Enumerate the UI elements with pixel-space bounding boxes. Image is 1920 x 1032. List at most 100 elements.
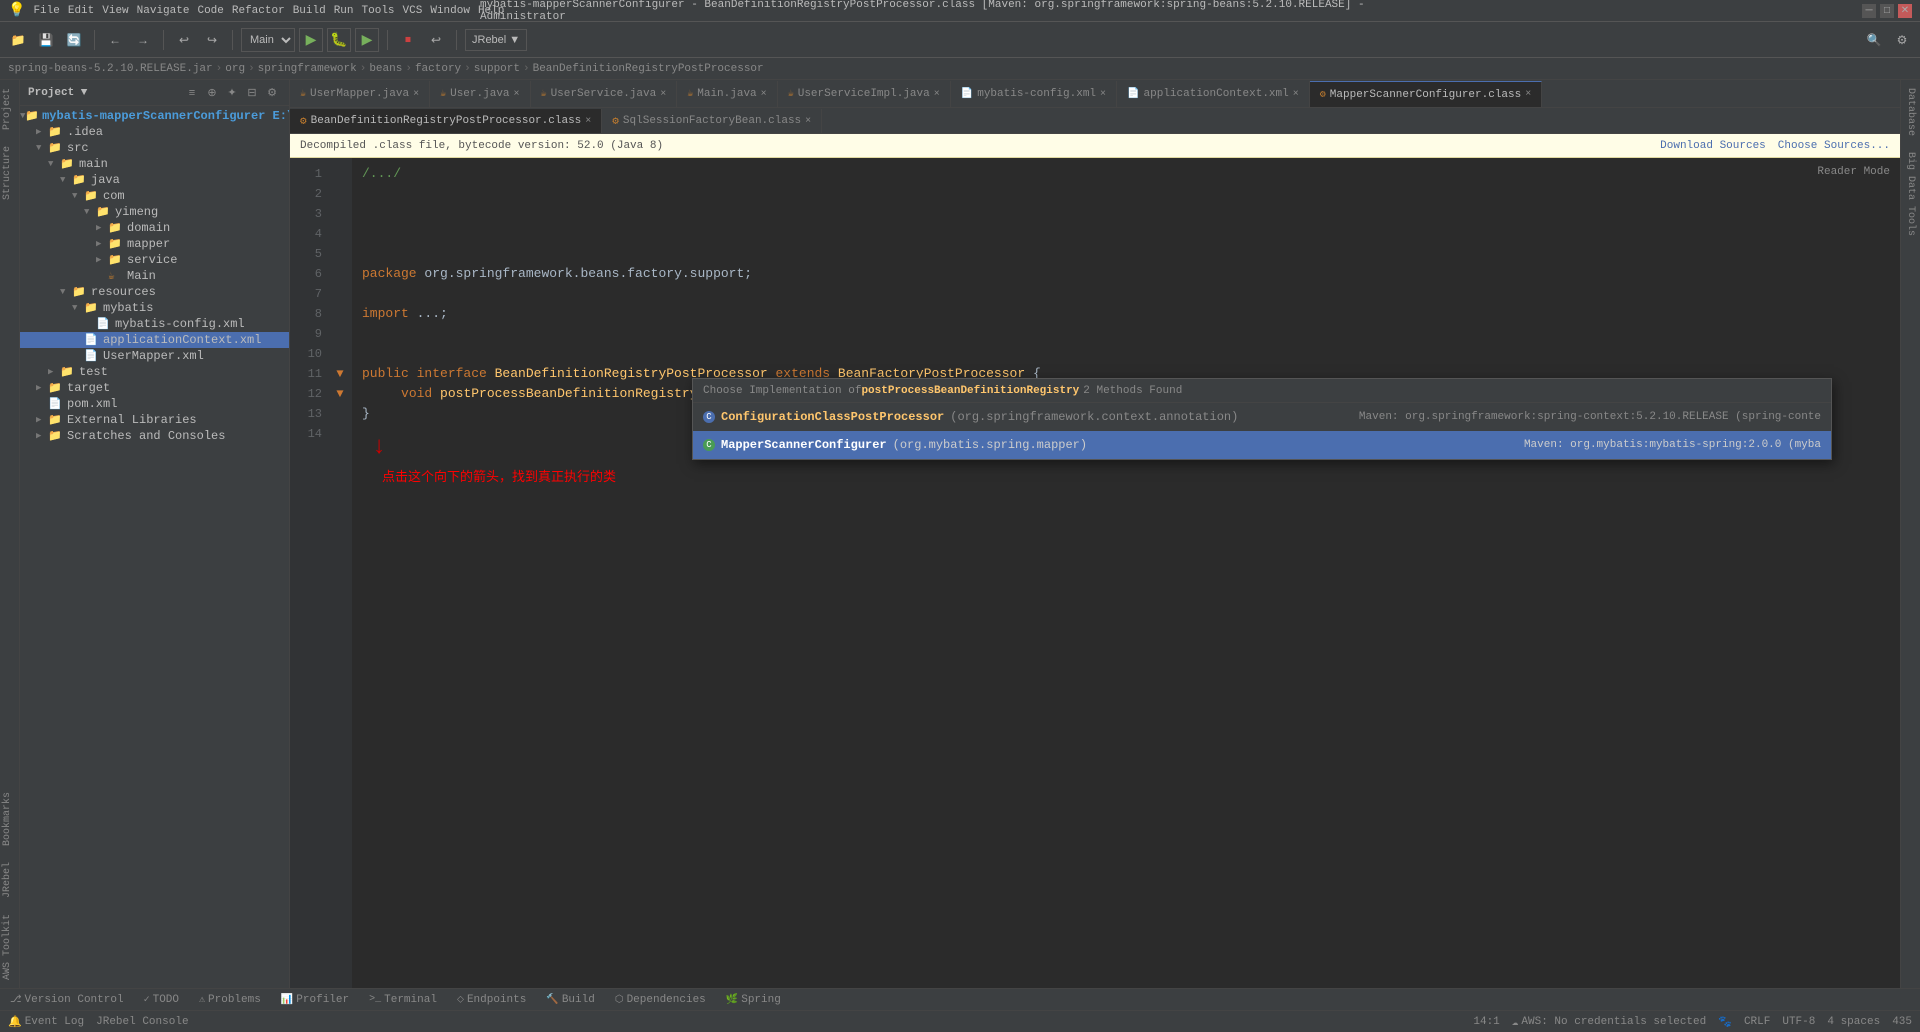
open-file-button[interactable]: 📁 bbox=[6, 28, 30, 52]
cursor-position-status[interactable]: 14:1 bbox=[1473, 1016, 1499, 1028]
titlebar-menu-file[interactable]: File bbox=[33, 5, 59, 17]
undo-button[interactable]: ↩ bbox=[172, 28, 196, 52]
problems-tab[interactable]: ⚠ Problems bbox=[193, 992, 267, 1008]
back-button[interactable]: ← bbox=[103, 28, 127, 52]
breadcrumb-springframework[interactable]: springframework bbox=[258, 63, 357, 75]
tab-main[interactable]: ☕ Main.java × bbox=[677, 81, 777, 107]
subtab-sqlsession-close[interactable]: × bbox=[805, 116, 811, 127]
settings-button[interactable]: ⚙ bbox=[1890, 28, 1914, 52]
crlf-status[interactable]: CRLF bbox=[1744, 1016, 1770, 1028]
column-status[interactable]: 435 bbox=[1892, 1016, 1912, 1028]
tab-userserviceimpl-close[interactable]: × bbox=[934, 89, 940, 100]
run-button[interactable]: ▶ bbox=[299, 28, 323, 52]
breadcrumb-class[interactable]: BeanDefinitionRegistryPostProcessor bbox=[533, 63, 764, 75]
database-tab[interactable]: Database bbox=[1903, 80, 1918, 144]
endpoints-tab[interactable]: ⬦ Endpoints bbox=[451, 992, 532, 1008]
terminal-tab[interactable]: >_ Terminal bbox=[363, 992, 443, 1008]
tab-userservice[interactable]: ☕ UserService.java × bbox=[531, 81, 678, 107]
breadcrumb-org[interactable]: org bbox=[225, 63, 245, 75]
tree-src[interactable]: ▼ 📁 src bbox=[20, 140, 289, 156]
tree-test[interactable]: ▶ 📁 test bbox=[20, 364, 289, 380]
impl-arrow-11[interactable]: ▼ bbox=[336, 367, 343, 381]
code-content[interactable]: Reader Mode /.../ package org.springfram… bbox=[352, 158, 1900, 988]
titlebar-menu-refactor[interactable]: Refactor bbox=[232, 5, 285, 17]
gutter-11[interactable]: ▼ bbox=[328, 364, 352, 384]
version-control-tab[interactable]: ⎇ Version Control bbox=[4, 992, 130, 1008]
breadcrumb-jar[interactable]: spring-beans-5.2.10.RELEASE.jar bbox=[8, 63, 213, 75]
run-config-selector[interactable]: Main bbox=[241, 28, 295, 52]
impl-arrow-12[interactable]: ▼ bbox=[336, 387, 343, 401]
tab-user-close[interactable]: × bbox=[514, 89, 520, 100]
rerun-button[interactable]: ↩ bbox=[424, 28, 448, 52]
download-sources-link[interactable]: Download Sources bbox=[1660, 140, 1766, 152]
subtab-beandef[interactable]: ⚙ BeanDefinitionRegistryPostProcessor.cl… bbox=[290, 109, 602, 133]
tab-usermapper-close[interactable]: × bbox=[413, 89, 419, 100]
minimize-button[interactable]: ─ bbox=[1862, 4, 1876, 18]
tab-user[interactable]: ☕ User.java × bbox=[430, 81, 530, 107]
choose-sources-link[interactable]: Choose Sources... bbox=[1778, 140, 1890, 152]
jrebel-console-status[interactable]: JRebel Console bbox=[96, 1016, 188, 1028]
tab-appctx[interactable]: 📄 applicationContext.xml × bbox=[1117, 81, 1310, 107]
build-tab[interactable]: 🔨 Build bbox=[540, 992, 600, 1008]
tab-userserviceimpl[interactable]: ☕ UserServiceImpl.java × bbox=[778, 81, 951, 107]
forward-button[interactable]: → bbox=[131, 28, 155, 52]
reader-mode-button[interactable]: Reader Mode bbox=[1817, 162, 1890, 182]
jrebel-side-tab[interactable]: JRebel bbox=[0, 854, 19, 906]
dog-icon-status[interactable]: 🐾 bbox=[1718, 1015, 1732, 1029]
tree-usermapper-xml[interactable]: ▶ 📄 UserMapper.xml bbox=[20, 348, 289, 364]
aws-toolkit-tab[interactable]: AWS Toolkit bbox=[0, 906, 19, 988]
tree-root[interactable]: ▼ 📁 mybatis-mapperScannerConfigurer E:\m… bbox=[20, 108, 289, 124]
big-data-tools-tab[interactable]: Big Data Tools bbox=[1903, 144, 1918, 244]
tree-com[interactable]: ▼ 📁 com bbox=[20, 188, 289, 204]
jrebel-button[interactable]: JRebel ▼ bbox=[465, 29, 527, 51]
titlebar-menu-build[interactable]: Build bbox=[293, 5, 326, 17]
titlebar-menu-tools[interactable]: Tools bbox=[362, 5, 395, 17]
tree-main-java[interactable]: ▶ ☕ Main bbox=[20, 268, 289, 284]
tree-target[interactable]: ▶ 📁 target bbox=[20, 380, 289, 396]
tree-resources[interactable]: ▼ 📁 resources bbox=[20, 284, 289, 300]
impl-item-1[interactable]: C ConfigurationClassPostProcessor (org.s… bbox=[693, 403, 1831, 431]
titlebar-menu-vcs[interactable]: VCS bbox=[403, 5, 423, 17]
titlebar-menu-window[interactable]: Window bbox=[430, 5, 470, 17]
tab-main-close[interactable]: × bbox=[761, 89, 767, 100]
project-tab[interactable]: Project bbox=[0, 80, 19, 138]
maximize-button[interactable]: □ bbox=[1880, 4, 1894, 18]
tree-yimeng[interactable]: ▼ 📁 yimeng bbox=[20, 204, 289, 220]
dependencies-tab[interactable]: ⬡ Dependencies bbox=[609, 992, 712, 1008]
titlebar-menu-code[interactable]: Code bbox=[197, 5, 223, 17]
project-tool-1[interactable]: ≡ bbox=[183, 84, 201, 102]
tab-userservice-close[interactable]: × bbox=[660, 89, 666, 100]
tree-external-libs[interactable]: ▶ 📁 External Libraries bbox=[20, 412, 289, 428]
indent-status[interactable]: 4 spaces bbox=[1827, 1016, 1880, 1028]
tree-mapper[interactable]: ▶ 📁 mapper bbox=[20, 236, 289, 252]
code-editor[interactable]: 1 2 3 4 5 6 7 8 9 10 11 12 13 14 bbox=[290, 158, 1900, 988]
project-settings-btn[interactable]: ⚙ bbox=[263, 84, 281, 102]
tab-mybatis-config-close[interactable]: × bbox=[1100, 89, 1106, 100]
stop-button[interactable]: ⏹ bbox=[396, 28, 420, 52]
tree-idea[interactable]: ▶ 📁 .idea bbox=[20, 124, 289, 140]
subtab-sqlsession[interactable]: ⚙ SqlSessionFactoryBean.class × bbox=[602, 109, 822, 133]
profiler-tab[interactable]: 📊 Profiler bbox=[275, 992, 355, 1008]
close-button[interactable]: ✕ bbox=[1898, 4, 1912, 18]
project-collapse-btn[interactable]: ⊟ bbox=[243, 84, 261, 102]
tree-scratches[interactable]: ▶ 📁 Scratches and Consoles bbox=[20, 428, 289, 444]
charset-status[interactable]: UTF-8 bbox=[1782, 1016, 1815, 1028]
titlebar-menu-view[interactable]: View bbox=[102, 5, 128, 17]
titlebar-menu-edit[interactable]: Edit bbox=[68, 5, 94, 17]
tree-mybatis-folder[interactable]: ▼ 📁 mybatis bbox=[20, 300, 289, 316]
subtab-beandef-close[interactable]: × bbox=[585, 116, 591, 127]
titlebar-menu-run[interactable]: Run bbox=[334, 5, 354, 17]
breadcrumb-support[interactable]: support bbox=[474, 63, 520, 75]
sync-button[interactable]: 🔄 bbox=[62, 28, 86, 52]
search-everywhere-button[interactable]: 🔍 bbox=[1862, 28, 1886, 52]
debug-button[interactable]: 🐛 bbox=[327, 28, 351, 52]
gutter-12[interactable]: ▼ bbox=[328, 384, 352, 404]
tree-mybatis-config[interactable]: ▶ 📄 mybatis-config.xml bbox=[20, 316, 289, 332]
tab-mapperscannerconfig-close[interactable]: × bbox=[1525, 89, 1531, 100]
breadcrumb-factory[interactable]: factory bbox=[415, 63, 461, 75]
structure-tab[interactable]: Structure bbox=[0, 138, 19, 208]
tree-domain[interactable]: ▶ 📁 domain bbox=[20, 220, 289, 236]
aws-status[interactable]: ☁ AWS: No credentials selected bbox=[1512, 1015, 1706, 1029]
tree-application-context[interactable]: ▶ 📄 applicationContext.xml bbox=[20, 332, 289, 348]
bookmarks-tab[interactable]: Bookmarks bbox=[0, 784, 19, 854]
